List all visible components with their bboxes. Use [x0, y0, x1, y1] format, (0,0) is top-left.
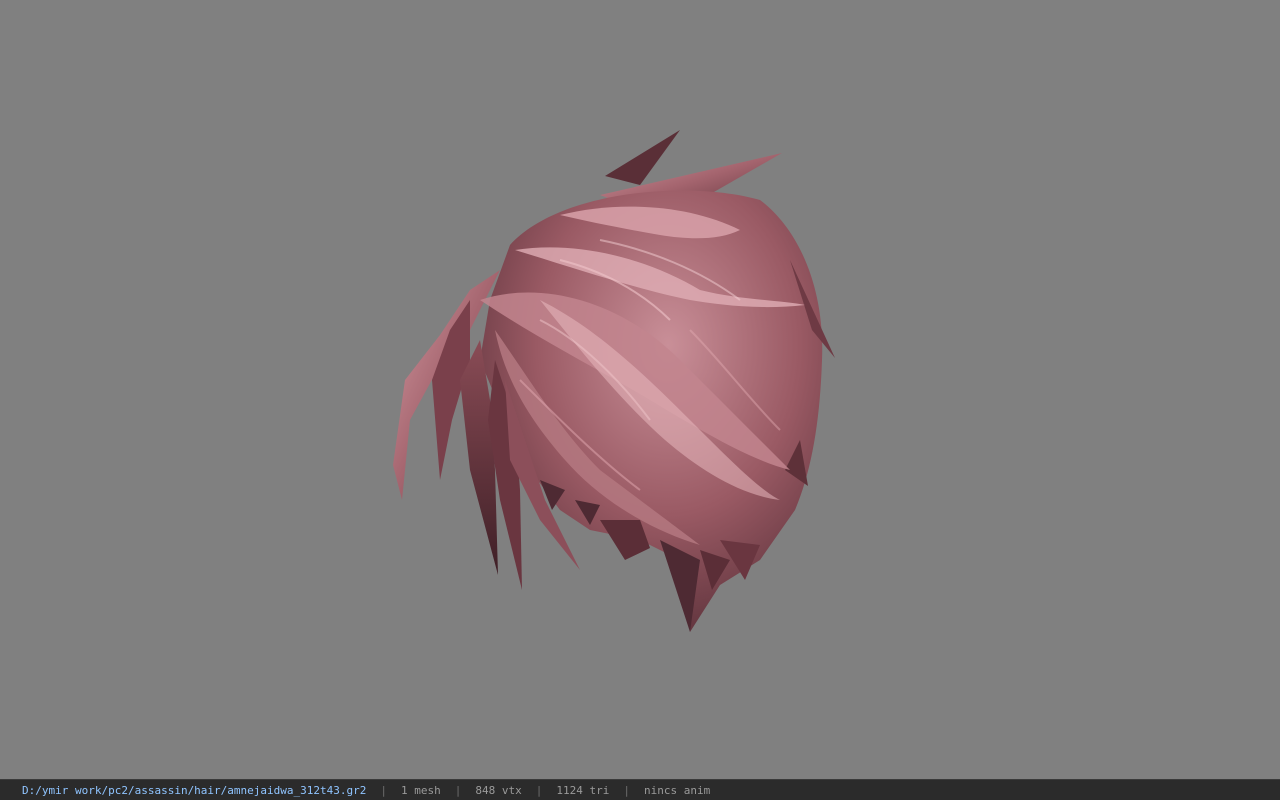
triangle-count: 1124 tri	[556, 783, 610, 797]
file-path: D:/ymir work/pc2/assassin/hair/amnejaidw…	[22, 783, 367, 797]
status-bar: D:/ymir work/pc2/assassin/hair/amnejaidw…	[0, 779, 1280, 800]
3d-viewport[interactable]	[0, 0, 1280, 779]
hair-mass	[393, 130, 835, 632]
vertex-count: 848 vtx	[475, 783, 522, 797]
status-separator: |	[623, 783, 630, 797]
status-separator: |	[535, 783, 543, 797]
status-separator: |	[454, 783, 462, 797]
mesh-count: 1 mesh	[401, 783, 441, 797]
animation-status: nincs anim	[643, 783, 711, 797]
hair-model-render[interactable]	[0, 0, 1280, 779]
status-separator: |	[380, 783, 387, 797]
